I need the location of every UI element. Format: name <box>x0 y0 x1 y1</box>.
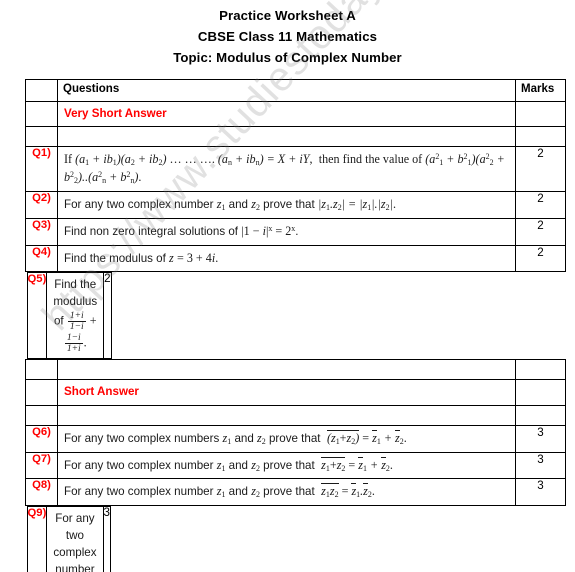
spacer-text-cell <box>57 404 516 426</box>
spacer-marks-cell <box>515 359 566 381</box>
question-text: For any two complex numbers z1 and z2 pr… <box>57 424 516 453</box>
table-row: Q6) For any two complex numbers z1 and z… <box>25 424 566 453</box>
section-label-very-short-answer: Very Short Answer <box>64 106 167 120</box>
question-text: Find the modulus of z = 3 + 4i. <box>57 244 516 273</box>
page-title: Practice Worksheet A <box>219 8 356 23</box>
question-number: Q4) <box>25 244 58 273</box>
spacer-qno-cell <box>25 404 58 426</box>
column-header-marks: Marks <box>515 78 566 102</box>
section-header-row: Short Answer <box>25 379 566 406</box>
question-number: Q3) <box>25 217 58 246</box>
worksheet-table: Questions Marks Very Short Answer Q1) If… <box>25 78 566 572</box>
table-row: Q3) Find non zero integral solutions of … <box>25 217 566 246</box>
question-number: Q5) <box>26 272 48 360</box>
spacer-row <box>25 359 566 381</box>
section-qno-cell <box>25 379 58 406</box>
section-label-cell: Short Answer <box>57 379 516 406</box>
table-row: Q5) Find the modulus of 1+i 1−i + 1−i 1+i.… <box>26 272 112 360</box>
question-marks: 2 <box>515 191 566 219</box>
question-marks: 2 <box>515 244 566 273</box>
section-header-row: Very Short Answer <box>25 100 566 128</box>
page-subtitle-class: CBSE Class 11 Mathematics <box>197 29 378 45</box>
section-marks-cell <box>515 379 566 406</box>
question-number: Q8) <box>25 478 58 507</box>
section-marks-cell <box>515 100 566 128</box>
question-text: If (a1 + ib1)(a2 + ib2) … … …. (an + ibn… <box>57 146 516 192</box>
question-marks: 3 <box>515 451 566 480</box>
question-text: For any two complex number z1 and z2 pro… <box>57 478 516 507</box>
question-marks: 2 <box>103 272 112 360</box>
question-marks: 3 <box>515 424 566 453</box>
section-label-cell: Very Short Answer <box>57 100 516 128</box>
question-marks: 2 <box>515 217 566 246</box>
table-row: Q4) Find the modulus of z = 3 + 4i. 2 <box>25 244 566 273</box>
spacer-marks-cell <box>515 126 566 148</box>
question-number: Q6) <box>25 424 58 453</box>
table-row: Q9) For any two complex number z1 and z2… <box>26 506 112 572</box>
section-qno-cell <box>25 100 58 128</box>
table-row: Q7) For any two complex number z1 and z2… <box>25 451 566 480</box>
question-number: Q1) <box>25 146 58 192</box>
page-subtitle-topic: Topic: Modulus of Complex Number <box>173 50 402 66</box>
worksheet-table-container: Questions Marks Very Short Answer Q1) If… <box>25 78 566 572</box>
spacer-marks-cell <box>515 404 566 426</box>
spacer-text-cell <box>57 359 516 381</box>
question-text: Find non zero integral solutions of |1 −… <box>57 217 516 246</box>
question-text: For any two complex number z1 and z2 pro… <box>57 451 516 480</box>
column-header-questions: Questions <box>57 78 516 102</box>
spacer-qno-cell <box>25 126 58 148</box>
question-marks: 2 <box>515 146 566 192</box>
question-marks: 3 <box>515 478 566 507</box>
section-label-short-answer: Short Answer <box>64 385 139 399</box>
column-header-qno <box>25 78 58 102</box>
table-row: Q2) For any two complex number z1 and z2… <box>25 191 566 219</box>
table-header-row: Questions Marks <box>25 78 566 102</box>
question-number: Q2) <box>25 191 58 219</box>
question-text: For any two complex number z1 and z2 pro… <box>57 191 516 219</box>
spacer-row <box>25 126 566 148</box>
worksheet-page: https://www.studiestoday.com Practice Wo… <box>0 0 575 572</box>
question-text: For any two complex number z1 and z2 pro… <box>46 506 104 572</box>
spacer-row <box>25 404 566 426</box>
question-number: Q9) <box>26 506 48 572</box>
page-title-block: Practice Worksheet A CBSE Class 11 Mathe… <box>0 0 575 65</box>
question-text: Find the modulus of 1+i 1−i + 1−i 1+i. <box>46 272 105 360</box>
question-marks: 3 <box>102 506 112 572</box>
table-row: Q8) For any two complex number z1 and z2… <box>25 478 566 507</box>
question-number: Q7) <box>25 451 58 480</box>
spacer-text-cell <box>57 126 516 148</box>
table-row: Q1) If (a1 + ib1)(a2 + ib2) … … …. (an +… <box>25 146 566 192</box>
spacer-qno-cell <box>25 359 58 381</box>
